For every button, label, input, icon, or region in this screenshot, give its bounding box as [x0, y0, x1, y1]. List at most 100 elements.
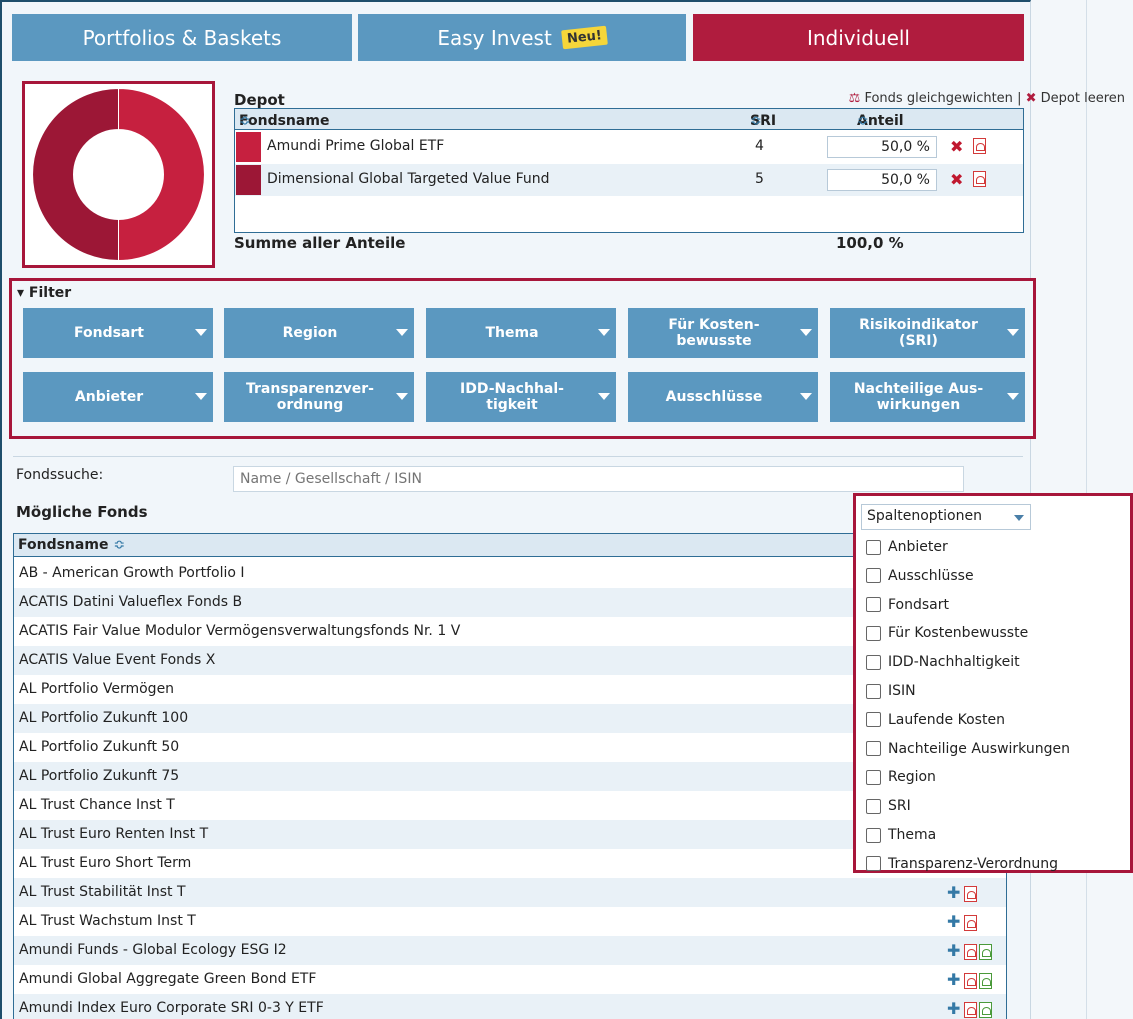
filter-button[interactable]: Transparenzver- ordnung: [224, 372, 414, 422]
fund-row[interactable]: AL Trust Stabilität Inst T ✚: [14, 878, 1006, 907]
fund-row[interactable]: Amundi Global Aggregate Green Bond ETF ✚: [14, 965, 1006, 994]
add-icon[interactable]: ✚: [947, 999, 960, 1018]
column-option[interactable]: Für Kostenbewusste: [866, 625, 1028, 641]
row-actions: ✚: [947, 970, 993, 989]
column-option[interactable]: Nachteilige Auswirkungen: [866, 741, 1070, 757]
new-badge: Neu!: [560, 25, 608, 50]
divider: [13, 456, 1023, 457]
fund-sri: 4: [755, 138, 764, 154]
tab-individuell[interactable]: Individuell: [693, 14, 1024, 61]
column-option[interactable]: SRI: [866, 798, 911, 814]
filter-label: Risikoindikator (SRI): [859, 317, 978, 349]
column-option[interactable]: IDD-Nachhaltigkeit: [866, 654, 1020, 670]
depot-row: Amundi Prime Global ETF 4 50,0 % ✖: [235, 131, 1023, 163]
pdf-icon[interactable]: [973, 138, 986, 154]
allocation-chart: [22, 81, 215, 268]
column-label: Fondsname: [239, 113, 330, 129]
action-separator: |: [1017, 91, 1022, 106]
remove-icon[interactable]: ✖: [950, 170, 963, 189]
clear-depot-link[interactable]: ✖ Depot leeren: [1026, 91, 1125, 106]
pdf-icon[interactable]: [964, 944, 978, 960]
option-label: IDD-Nachhaltigkeit: [888, 654, 1020, 671]
option-label: Anbieter: [888, 539, 948, 555]
document-icon[interactable]: [979, 1002, 993, 1018]
document-icon[interactable]: [979, 944, 993, 960]
column-option[interactable]: ISIN: [866, 683, 916, 699]
column-option[interactable]: Thema: [866, 827, 936, 843]
fund-name: Amundi Index Euro Corporate SRI 0-3 Y ET…: [19, 1000, 324, 1016]
tab-label: Portfolios & Baskets: [82, 25, 282, 50]
filter-button[interactable]: Nachteilige Aus- wirkungen: [830, 372, 1025, 422]
tab-label: Easy Invest: [437, 25, 552, 50]
checkbox[interactable]: [866, 568, 881, 584]
option-label: Thema: [888, 827, 937, 843]
sort-icon: ≎: [113, 537, 126, 553]
option-label: Laufende Kosten: [888, 711, 1005, 728]
checkbox[interactable]: [866, 798, 881, 814]
equalize-label: Fonds gleichgewichten: [864, 91, 1013, 106]
fund-row[interactable]: Amundi Index Euro Corporate SRI 0-3 Y ET…: [14, 994, 1006, 1019]
row-actions: ✚: [947, 941, 993, 960]
column-option[interactable]: Laufende Kosten: [866, 712, 1005, 728]
option-label: Transparenz-Verordnung: [888, 855, 1058, 872]
row-actions: ✚: [947, 883, 978, 902]
column-option[interactable]: Ausschlüsse: [866, 568, 974, 584]
tab-easy-invest[interactable]: Easy Invest Neu!: [358, 14, 686, 61]
column-options-select[interactable]: Spaltenoptionen: [861, 504, 1031, 530]
chevron-down-icon: [396, 329, 408, 336]
checkbox[interactable]: [866, 683, 881, 699]
checkbox[interactable]: [866, 827, 881, 843]
filter-label: Thema: [485, 325, 539, 341]
filter-toggle[interactable]: ▾ Filter: [17, 285, 71, 301]
checkbox[interactable]: [866, 712, 881, 728]
checkbox[interactable]: [866, 741, 881, 757]
checkbox[interactable]: [866, 625, 881, 641]
filter-button[interactable]: Risikoindikator (SRI): [830, 308, 1025, 358]
option-label: Region: [888, 769, 936, 786]
add-icon[interactable]: ✚: [947, 883, 960, 902]
checkbox[interactable]: [866, 654, 881, 670]
fund-row[interactable]: AL Trust Wachstum Inst T ✚: [14, 907, 1006, 936]
pdf-icon[interactable]: [964, 886, 978, 902]
filter-button[interactable]: Fondsart: [23, 308, 213, 358]
remove-icon[interactable]: ✖: [950, 137, 963, 156]
fund-name: AL Trust Euro Short Term: [19, 855, 192, 871]
column-option[interactable]: Transparenz-Verordnung: [866, 856, 1058, 872]
filter-button[interactable]: Region: [224, 308, 414, 358]
add-icon[interactable]: ✚: [947, 912, 960, 931]
equalize-funds-link[interactable]: ⚖ Fonds gleichgewichten: [849, 91, 1013, 106]
sum-label: Summe aller Anteile: [234, 234, 406, 252]
depot-actions: ⚖ Fonds gleichgewichten | ✖ Depot leeren: [849, 91, 1125, 106]
checkbox[interactable]: [866, 597, 881, 613]
share-input[interactable]: 50,0 %: [827, 169, 937, 191]
filter-button[interactable]: IDD-Nachhal- tigkeit: [426, 372, 616, 422]
document-icon[interactable]: [979, 973, 993, 989]
pdf-icon[interactable]: [964, 1002, 978, 1018]
column-option[interactable]: Region: [866, 769, 936, 785]
filter-label: Transparenzver- ordnung: [246, 381, 374, 413]
fund-search-input[interactable]: [233, 466, 964, 492]
pdf-icon[interactable]: [964, 915, 978, 931]
share-input[interactable]: 50,0 %: [827, 136, 937, 158]
option-label: Ausschlüsse: [888, 567, 974, 584]
filter-button[interactable]: Anbieter: [23, 372, 213, 422]
checkbox[interactable]: [866, 769, 881, 785]
checkbox[interactable]: [866, 856, 881, 872]
chevron-down-icon: [800, 393, 812, 400]
tab-portfolios-baskets[interactable]: Portfolios & Baskets: [12, 14, 352, 61]
balance-icon: ⚖: [848, 91, 861, 106]
add-icon[interactable]: ✚: [947, 970, 960, 989]
pdf-icon[interactable]: [964, 973, 978, 989]
add-icon[interactable]: ✚: [947, 941, 960, 960]
column-option[interactable]: Anbieter: [866, 539, 948, 555]
column-option[interactable]: Fondsart: [866, 597, 949, 613]
option-label: Fondsart: [888, 596, 949, 613]
filter-button[interactable]: Thema: [426, 308, 616, 358]
filter-button[interactable]: Ausschlüsse: [628, 372, 818, 422]
filter-button[interactable]: Für Kosten- bewusste: [628, 308, 818, 358]
checkbox[interactable]: [866, 539, 881, 555]
fund-name: ACATIS Fair Value Modulor Vermögensverwa…: [19, 623, 461, 639]
fund-row[interactable]: Amundi Funds - Global Ecology ESG I2 ✚: [14, 936, 1006, 965]
fund-name: AB - American Growth Portfolio I: [19, 565, 245, 581]
pdf-icon[interactable]: [973, 171, 986, 187]
